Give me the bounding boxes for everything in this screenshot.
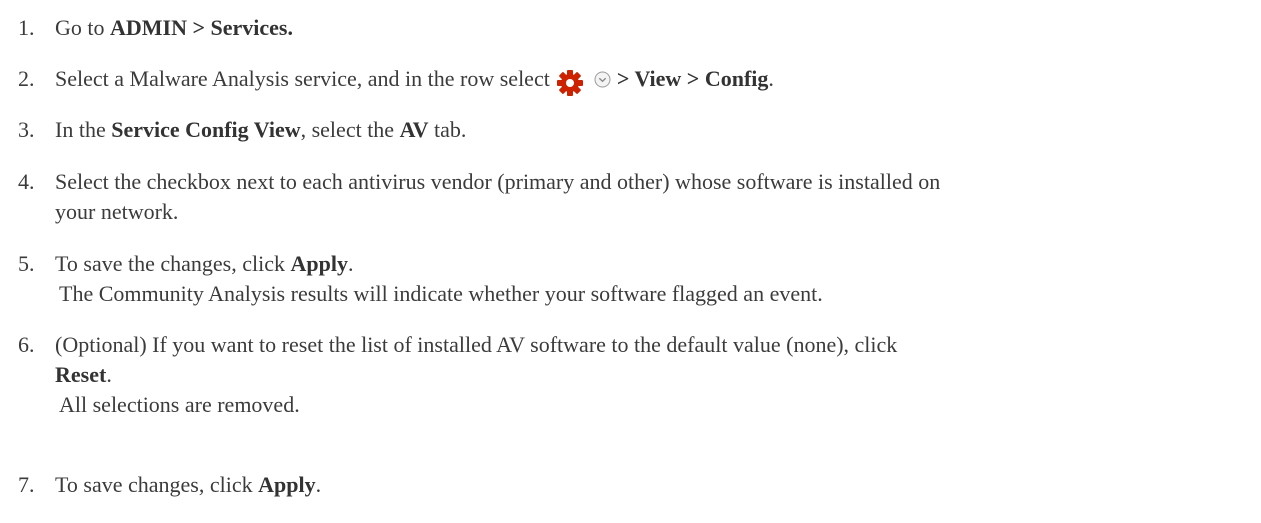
step-7: 7. To save changes, click Apply. (18, 470, 1248, 500)
step-number: 7. (18, 472, 35, 497)
step-text: To save the changes, click Apply. The Co… (55, 249, 1248, 309)
step-5: 5. To save the changes, click Apply. The… (18, 249, 1248, 309)
step-text-line: Select the checkbox next to each antivir… (55, 169, 941, 194)
menu-path: ADMIN > Services. (110, 15, 293, 40)
procedure-steps: 1. Go to ADMIN > Services. 2. Select a M… (0, 0, 1261, 523)
step-number: 6. (18, 332, 35, 357)
step-number: 5. (18, 251, 35, 276)
step-3: 3. In the Service Config View, select th… (18, 115, 1248, 145)
step-4: 4. Select the checkbox next to each anti… (18, 167, 1248, 227)
action-icons (556, 69, 611, 97)
step-text: Select a Malware Analysis service, and i… (55, 64, 1248, 97)
step-text-plain: To save changes, click (55, 472, 259, 497)
step-result: The Community Analysis results will indi… (59, 281, 823, 306)
button-name: Apply (290, 251, 348, 276)
step-text-line: To save the changes, click Apply. (55, 249, 1248, 279)
step-text-plain: , select the (300, 117, 400, 142)
view-name: Service Config View (111, 117, 301, 142)
step-text-line: Reset. (55, 360, 1248, 390)
step-number: 4. (18, 169, 35, 194)
step-result: All selections are removed. (59, 392, 300, 417)
punctuation: . (106, 362, 112, 387)
step-text-line: (Optional) If you want to reset the list… (55, 332, 898, 357)
punctuation: . (347, 251, 354, 276)
button-name: Apply (258, 472, 316, 497)
step-2: 2. Select a Malware Analysis service, an… (18, 64, 1248, 97)
menu-path: > View > Config (616, 66, 769, 91)
step-text: In the Service Config View, select the A… (55, 115, 1248, 145)
step-text-plain: In the (55, 117, 112, 142)
step-number: 1. (18, 15, 35, 40)
step-number: 3. (18, 117, 35, 142)
step-text: To save changes, click Apply. (55, 470, 1248, 500)
chevron-down-circle-icon (594, 71, 611, 88)
step-1: 1. Go to ADMIN > Services. (18, 13, 1248, 43)
step-text-line: your network. (55, 199, 179, 224)
punctuation: . (768, 66, 774, 91)
step-number: 2. (18, 66, 35, 91)
step-text: Go to ADMIN > Services. (55, 13, 1248, 43)
punctuation: . (315, 472, 322, 497)
step-text-plain: Select a Malware Analysis service, and i… (55, 66, 550, 91)
step-text-plain: Go to (55, 15, 110, 40)
step-text-plain: To save the changes, click (55, 251, 291, 276)
step-text: Select the checkbox next to each antivir… (55, 167, 1248, 227)
step-text: (Optional) If you want to reset the list… (55, 330, 1248, 420)
step-text-plain: tab. (428, 117, 467, 142)
button-name: Reset (55, 362, 107, 387)
tab-name: AV (399, 117, 429, 142)
step-6: 6. (Optional) If you want to reset the l… (18, 330, 1248, 420)
gear-icon (556, 70, 583, 96)
